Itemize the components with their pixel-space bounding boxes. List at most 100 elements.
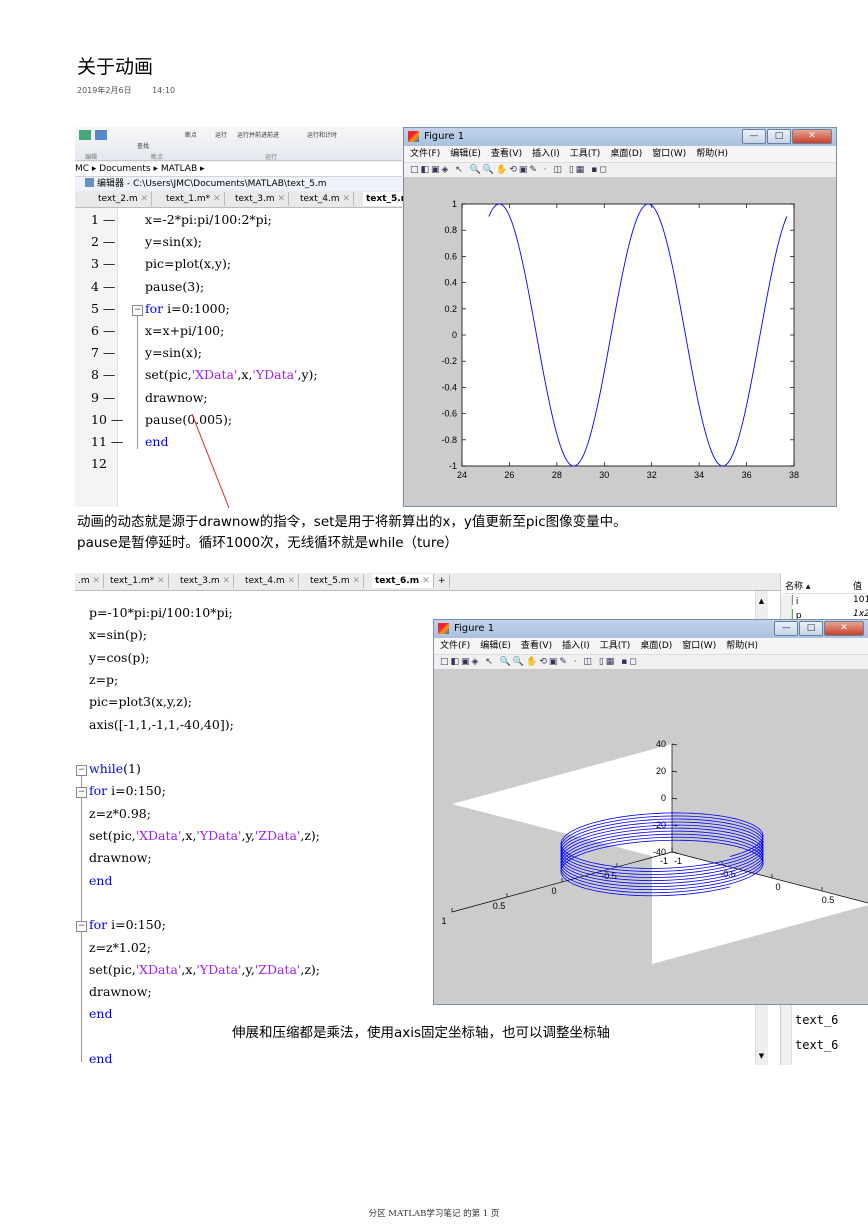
- code-line[interactable]: drawnow;: [145, 390, 208, 405]
- editor-tab-bar: text_2.m ✕ text_1.m* ✕ text_3.m ✕ text_4…: [75, 191, 415, 208]
- menu-help[interactable]: 帮助(H): [726, 641, 758, 651]
- close-button[interactable]: ✕: [824, 621, 864, 636]
- code-line[interactable]: y=sin(x);: [145, 234, 202, 249]
- code-line[interactable]: pause(3);: [145, 279, 204, 294]
- close-icon[interactable]: ✕: [343, 194, 351, 204]
- menu-file[interactable]: 文件(F): [440, 641, 470, 651]
- minimize-button[interactable]: —: [774, 621, 798, 636]
- tab-text-2[interactable]: text_2.m ✕: [95, 192, 153, 206]
- ribbon-advance-button[interactable]: 前进: [267, 130, 279, 139]
- code-line[interactable]: end: [89, 873, 112, 888]
- menu-help[interactable]: 帮助(H): [696, 149, 728, 159]
- workspace-col-name[interactable]: 名称 ▴: [785, 579, 810, 592]
- menu-view[interactable]: 查看(V): [491, 149, 522, 159]
- code-line[interactable]: drawnow;: [89, 984, 152, 999]
- fold-toggle-icon[interactable]: −: [76, 921, 87, 933]
- close-icon[interactable]: ✕: [213, 194, 221, 204]
- ribbon-run-button[interactable]: 运行: [215, 130, 227, 139]
- ribbon-edit-icon[interactable]: [79, 130, 91, 140]
- close-icon[interactable]: ✕: [288, 576, 296, 586]
- tab-partial[interactable]: .m ✕: [75, 574, 105, 588]
- menu-insert[interactable]: 插入(I): [532, 149, 560, 159]
- code-line[interactable]: z=z*1.02;: [89, 940, 151, 955]
- fold-toggle-icon[interactable]: −: [132, 304, 143, 316]
- code-line[interactable]: for i=0:150;: [89, 917, 166, 932]
- code-line[interactable]: for i=0:150;: [89, 783, 166, 798]
- close-icon[interactable]: ✕: [422, 576, 430, 586]
- fold-toggle-icon[interactable]: −: [76, 787, 87, 799]
- close-icon[interactable]: ✕: [157, 576, 165, 586]
- code-line[interactable]: pic=plot3(x,y,z);: [89, 694, 192, 709]
- code-line[interactable]: x=x+pi/100;: [145, 323, 224, 338]
- code-line[interactable]: drawnow;: [89, 850, 152, 865]
- code-line[interactable]: z=p;: [89, 672, 118, 687]
- menu-insert[interactable]: 插入(I): [562, 641, 590, 651]
- scroll-up-icon[interactable]: ▲: [757, 597, 766, 606]
- menu-edit[interactable]: 编辑(E): [480, 641, 511, 651]
- code-line[interactable]: end: [145, 434, 168, 449]
- figure-window-2[interactable]: Figure 1 — □ ✕ 文件(F) 编辑(E) 查看(V) 插入(I) 工具(T) 桌面…: [433, 619, 868, 1005]
- workspace-col-value[interactable]: 值: [853, 579, 862, 592]
- code-line[interactable]: set(pic,'XData',x,'YData',y,'ZData',z);: [89, 962, 320, 977]
- maximize-button[interactable]: □: [767, 129, 791, 144]
- menu-file[interactable]: 文件(F): [410, 149, 440, 159]
- code-line[interactable]: z=z*0.98;: [89, 806, 151, 821]
- scroll-down-icon[interactable]: ▼: [757, 1052, 766, 1061]
- figure-window-1[interactable]: Figure 1 — □ ✕ 文件(F) 编辑(E) 查看(V) 插入(I) 工具(T) 桌面…: [403, 127, 837, 507]
- close-icon[interactable]: ✕: [93, 576, 101, 586]
- tab-text-1[interactable]: text_1.m* ✕: [107, 574, 169, 588]
- code-line[interactable]: for i=0:1000;: [145, 301, 230, 316]
- menu-view[interactable]: 查看(V): [521, 641, 552, 651]
- ribbon-indent-icon[interactable]: [95, 130, 107, 140]
- maximize-button[interactable]: □: [799, 621, 823, 636]
- code-line[interactable]: y=sin(x);: [145, 345, 202, 360]
- code-line[interactable]: pic=plot(x,y);: [145, 256, 231, 271]
- minimize-button[interactable]: —: [742, 129, 766, 144]
- tab-text-6[interactable]: text_6.m ✕: [372, 574, 434, 588]
- menu-desktop[interactable]: 桌面(D): [640, 641, 672, 651]
- menu-window[interactable]: 窗口(W): [682, 641, 716, 651]
- code-line[interactable]: x=-2*pi:pi/100:2*pi;: [145, 212, 272, 227]
- file-item[interactable]: text_6: [795, 1038, 838, 1052]
- figure-toolbar[interactable]: □◧▣◈ ↖ 🔍🔍✋⟲▣✎ · ◫ ▯▦ ▪◻: [434, 655, 868, 670]
- workspace-row[interactable]: i 101: [783, 595, 868, 607]
- menu-edit[interactable]: 编辑(E): [450, 149, 481, 159]
- tab-text-3[interactable]: text_3.m ✕: [177, 574, 235, 588]
- code-line[interactable]: set(pic,'XData',x,'YData',y,'ZData',z);: [89, 828, 320, 843]
- figure-titlebar[interactable]: Figure 1 — □ ✕: [434, 620, 868, 638]
- menu-tools[interactable]: 工具(T): [600, 641, 631, 651]
- x-tick-label: 32: [647, 470, 657, 480]
- menu-tools[interactable]: 工具(T): [570, 149, 601, 159]
- close-button[interactable]: ✕: [792, 129, 832, 144]
- code-line[interactable]: axis([-1,1,-1,1,-40,40]);: [89, 717, 234, 732]
- tab-text-4[interactable]: text_4.m ✕: [297, 192, 355, 206]
- figure-toolbar[interactable]: □◧▣◈ ↖ 🔍🔍✋⟲▣✎ · ◫ ▯▦ ▪◻: [404, 163, 836, 178]
- code-line[interactable]: y=cos(p);: [89, 650, 149, 665]
- code-line[interactable]: while(1): [89, 761, 141, 776]
- file-item[interactable]: text_6: [795, 1013, 838, 1027]
- tab-text-1[interactable]: text_1.m* ✕: [163, 192, 225, 206]
- close-icon[interactable]: ✕: [353, 576, 361, 586]
- close-icon[interactable]: ✕: [278, 194, 286, 204]
- path-breadcrumb[interactable]: MC ▸ Documents ▸ MATLAB ▸: [75, 162, 402, 177]
- ribbon-breakpoint-button[interactable]: 断点: [185, 130, 197, 139]
- code-line[interactable]: p=-10*pi:pi/100:10*pi;: [89, 605, 233, 620]
- close-icon[interactable]: ✕: [223, 576, 231, 586]
- new-tab-button[interactable]: +: [435, 574, 450, 588]
- ribbon-run-time-button[interactable]: 运行和计时: [307, 130, 337, 139]
- page-title: 关于动画: [77, 56, 154, 78]
- ribbon-find-button[interactable]: 查找: [137, 141, 149, 150]
- close-icon[interactable]: ✕: [141, 194, 149, 204]
- menu-desktop[interactable]: 桌面(D): [610, 149, 642, 159]
- tab-text-4[interactable]: text_4.m ✕: [242, 574, 300, 588]
- code-line[interactable]: set(pic,'XData',x,'YData',y);: [145, 367, 318, 382]
- code-line[interactable]: x=sin(p);: [89, 627, 147, 642]
- fold-toggle-icon[interactable]: −: [76, 765, 87, 777]
- ribbon-run-advance-button[interactable]: 运行并前进: [237, 130, 267, 139]
- tab-text-3[interactable]: text_3.m ✕: [232, 192, 290, 206]
- code-line[interactable]: end: [89, 1006, 112, 1021]
- tab-text-5[interactable]: text_5.m ✕: [307, 574, 365, 588]
- figure-titlebar[interactable]: Figure 1 — □ ✕: [404, 128, 836, 146]
- menu-window[interactable]: 窗口(W): [652, 149, 686, 159]
- code-line[interactable]: end: [89, 1051, 112, 1065]
